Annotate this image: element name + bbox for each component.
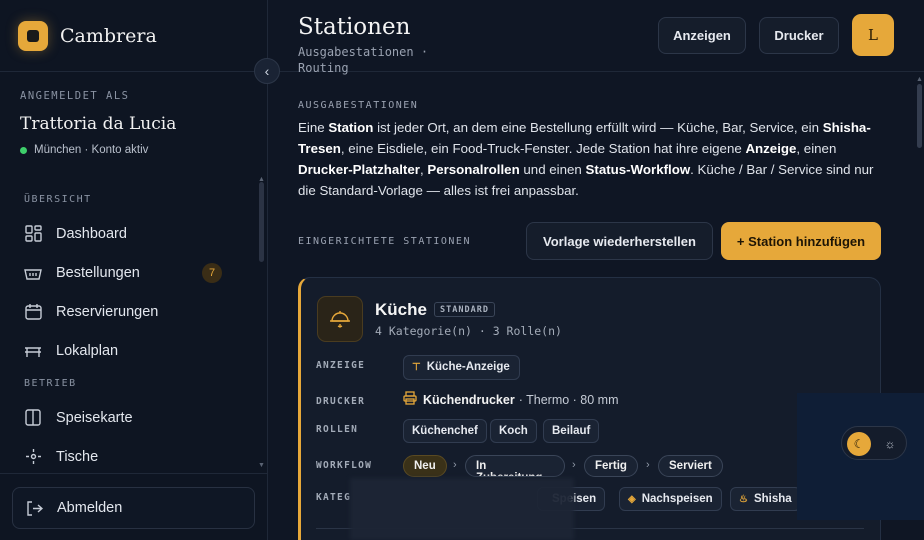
page-title: Stationen (298, 14, 411, 40)
main-scrollbar[interactable] (917, 84, 922, 148)
avatar[interactable]: L (852, 14, 894, 56)
sidebar-item-dashboard[interactable]: Dashboard (0, 214, 258, 253)
menu-book-icon (24, 409, 42, 427)
main-scroll-up-icon[interactable]: ▲ (916, 76, 923, 83)
calendar-icon (24, 303, 42, 321)
category-chip[interactable]: ♨ Shisha (730, 487, 801, 511)
workflow-field-label: WORKFLOW (316, 460, 373, 471)
topbar: Stationen Ausgabestationen · Routing Anz… (268, 0, 924, 75)
sidebar-item-reservations[interactable]: Reservierungen (0, 292, 258, 331)
nav-section-overview: ÜBERSICHT (24, 194, 92, 205)
roles-field-label: ROLLEN (316, 424, 359, 435)
account-status: München · Konto aktiv (20, 144, 247, 156)
sidebar-item-label: Reservierungen (56, 303, 159, 320)
sidebar-item-label: Tische (56, 448, 99, 465)
sidebar-item-label: Speisekarte (56, 409, 133, 426)
theme-toggle[interactable]: ☾ ☼ (841, 426, 907, 460)
account-label: ANGEMELDET ALS (20, 90, 130, 102)
printer-detail: · Thermo · 80 mm (518, 392, 619, 407)
logout-button[interactable]: Abmelden (12, 487, 255, 529)
workflow-step-ready[interactable]: Fertig (584, 455, 638, 477)
sun-icon[interactable]: ☼ (880, 434, 900, 454)
standard-badge: STANDARD (434, 302, 495, 317)
role-chip[interactable]: Küchenchef (403, 419, 487, 443)
brand-logo-icon (18, 20, 48, 51)
nav-section-operations: BETRIEB (24, 378, 77, 389)
role-chip[interactable]: Beilauf (543, 419, 600, 443)
add-station-button[interactable]: + Station hinzufügen (721, 222, 881, 260)
sidebar-item-floorplan[interactable]: Lokalplan (0, 331, 258, 370)
stations-header: EINGERICHTETE STATIONEN Vorlage wiederhe… (298, 222, 882, 260)
basket-icon (24, 264, 42, 282)
dashboard-grid-icon (24, 225, 42, 243)
orders-count-badge: 7 (202, 262, 222, 283)
chevron-left-icon: ‹ (264, 63, 270, 79)
brand[interactable]: Cambrera (0, 0, 267, 72)
stations-content: AUSGABESTATIONEN Eine Station ist jeder … (298, 100, 882, 540)
workflow-step-preparing[interactable]: In Zubereitung (465, 455, 565, 477)
stations-section-label: EINGERICHTETE STATIONEN (298, 236, 471, 247)
chevron-right-icon: › (572, 459, 576, 471)
intro-section-label: AUSGABESTATIONEN (298, 100, 419, 111)
sidebar-item-tables[interactable]: Tische (0, 437, 258, 472)
logout-label: Abmelden (57, 500, 123, 516)
display-value: Küche-Anzeige (426, 361, 510, 373)
display-button[interactable]: Anzeigen (658, 17, 746, 54)
sidebar-item-label: Bestellungen (56, 264, 140, 281)
display-icon: ⊤ (412, 362, 421, 373)
brand-name: Cambrera (60, 24, 157, 47)
station-name: Küche (375, 300, 427, 319)
sidebar-item-menu[interactable]: Speisekarte (0, 398, 258, 437)
redacted-area (350, 478, 574, 540)
account-status-text: München · Konto aktiv (34, 144, 149, 156)
workflow-step-served[interactable]: Serviert (658, 455, 723, 477)
dessert-icon: ◈ (628, 493, 636, 505)
workflow-step-new[interactable]: Neu (403, 455, 447, 477)
logout-area: Abmelden (0, 473, 267, 540)
sidebar-scroll-down-icon[interactable]: ▼ (258, 462, 265, 469)
sidebar-item-orders[interactable]: Bestellungen 7 (0, 253, 258, 292)
station-meta: 4 Kategorie(n) · 3 Rolle(n) (375, 324, 562, 338)
categories-field-label: KATEG (316, 492, 352, 503)
status-dot-icon (20, 146, 27, 154)
printer-button[interactable]: Drucker (759, 17, 839, 54)
role-chip[interactable]: Koch (490, 419, 537, 443)
sidebar-scrollbar[interactable] (259, 182, 264, 262)
account-info: ANGEMELDET ALS Trattoria da Lucia Münche… (0, 72, 267, 156)
sidebar-nav: ÜBERSICHT Dashboard Bestellungen 7 Reser… (0, 186, 258, 472)
chevron-right-icon: › (453, 459, 457, 471)
printer-info: Küchendrucker · Thermo · 80 mm (403, 391, 619, 408)
account-name: Trattoria da Lucia (20, 114, 177, 134)
printer-icon (403, 391, 417, 408)
chevron-right-icon: › (646, 459, 650, 471)
category-chip[interactable]: ◈ Nachspeisen (619, 487, 722, 511)
crosshair-icon (24, 448, 42, 466)
printer-field-label: DRUCKER (316, 396, 366, 407)
restore-template-button[interactable]: Vorlage wiederherstellen (526, 222, 713, 260)
collapse-sidebar-button[interactable]: ‹ (254, 58, 280, 84)
page-subtitle: Ausgabestationen · Routing (298, 45, 429, 75)
display-chip[interactable]: ⊤ Küche-Anzeige (403, 355, 520, 380)
logout-icon (25, 499, 43, 517)
moon-icon[interactable]: ☾ (847, 432, 871, 456)
intro-text: Eine Station ist jeder Ort, an dem eine … (298, 120, 874, 198)
sidebar: Cambrera ANGEMELDET ALS Trattoria da Luc… (0, 0, 268, 540)
sidebar-item-label: Dashboard (56, 225, 127, 242)
table-icon (24, 342, 42, 360)
printer-name: Küchendrucker (423, 392, 515, 407)
shisha-icon: ♨ (739, 493, 748, 505)
sidebar-item-label: Lokalplan (56, 342, 119, 359)
kitchen-cloche-icon (317, 296, 363, 342)
display-field-label: ANZEIGE (316, 360, 366, 371)
